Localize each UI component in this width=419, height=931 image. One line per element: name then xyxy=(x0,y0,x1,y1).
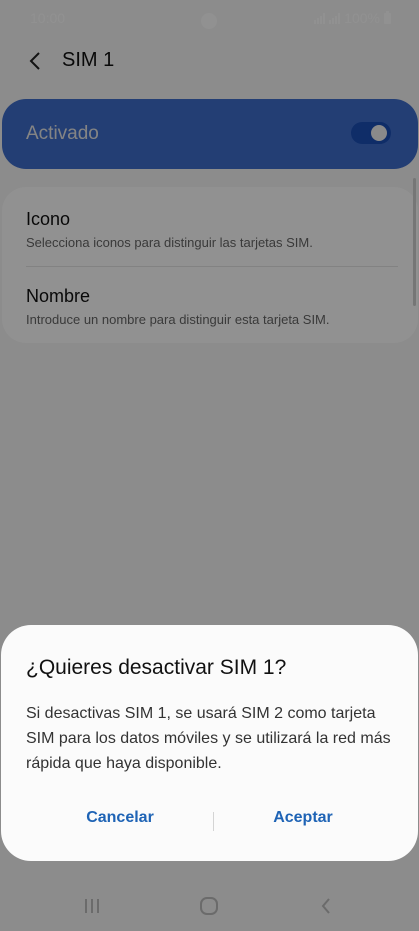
home-icon xyxy=(200,897,218,915)
cancel-button[interactable]: Cancelar xyxy=(25,809,215,827)
back-icon xyxy=(321,898,330,914)
navigation-bar xyxy=(0,880,419,931)
back-nav-button[interactable] xyxy=(313,893,339,919)
dialog-title: ¿Quieres desactivar SIM 1? xyxy=(26,656,287,679)
dialog-actions: Cancelar Aceptar xyxy=(1,799,418,843)
recent-apps-icon xyxy=(85,899,99,913)
home-button[interactable] xyxy=(196,893,222,919)
accept-button[interactable]: Aceptar xyxy=(208,809,398,827)
deactivate-sim-dialog: ¿Quieres desactivar SIM 1? Si desactivas… xyxy=(1,625,418,861)
dialog-message: Si desactivas SIM 1, se usará SIM 2 como… xyxy=(26,705,391,772)
recent-apps-button[interactable] xyxy=(79,893,105,919)
